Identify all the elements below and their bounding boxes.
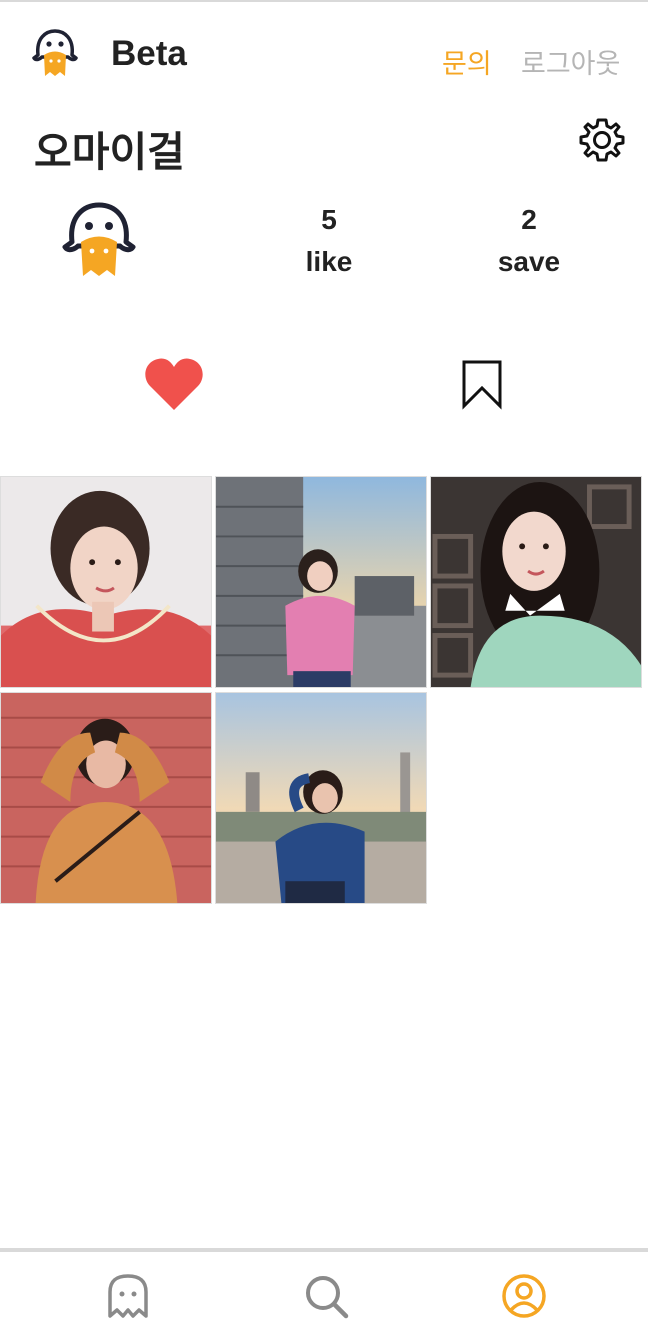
profile-username: 오마이걸	[34, 128, 185, 176]
bottom-navigation	[0, 1248, 648, 1332]
brand-title: Beta	[111, 34, 187, 73]
search-icon[interactable]	[302, 1272, 350, 1320]
like-stat: 5 like	[259, 200, 399, 284]
save-label: save	[497, 246, 561, 277]
like-label: like	[305, 246, 353, 277]
app-header: Beta 문의 로그아웃	[0, 0, 648, 110]
save-stat: 2 save	[459, 200, 599, 284]
inquiry-link[interactable]: 문의	[442, 42, 492, 81]
photo-thumbnail[interactable]	[430, 476, 642, 688]
bookmark-icon[interactable]	[458, 358, 506, 410]
like-count: 5	[321, 204, 337, 235]
photo-thumbnail[interactable]	[215, 476, 427, 688]
photo-thumbnail[interactable]	[0, 692, 212, 904]
heart-icon[interactable]	[144, 356, 204, 412]
duck-avatar-icon	[62, 202, 136, 276]
photo-thumbnail[interactable]	[215, 692, 427, 904]
gear-icon[interactable]	[578, 116, 626, 164]
duck-logo-icon[interactable]	[30, 28, 80, 80]
ghost-home-icon[interactable]	[104, 1272, 152, 1320]
photo-thumbnail[interactable]	[0, 476, 212, 688]
profile-icon[interactable]	[500, 1272, 548, 1320]
save-count: 2	[521, 204, 537, 235]
logout-link[interactable]: 로그아웃	[521, 42, 620, 81]
